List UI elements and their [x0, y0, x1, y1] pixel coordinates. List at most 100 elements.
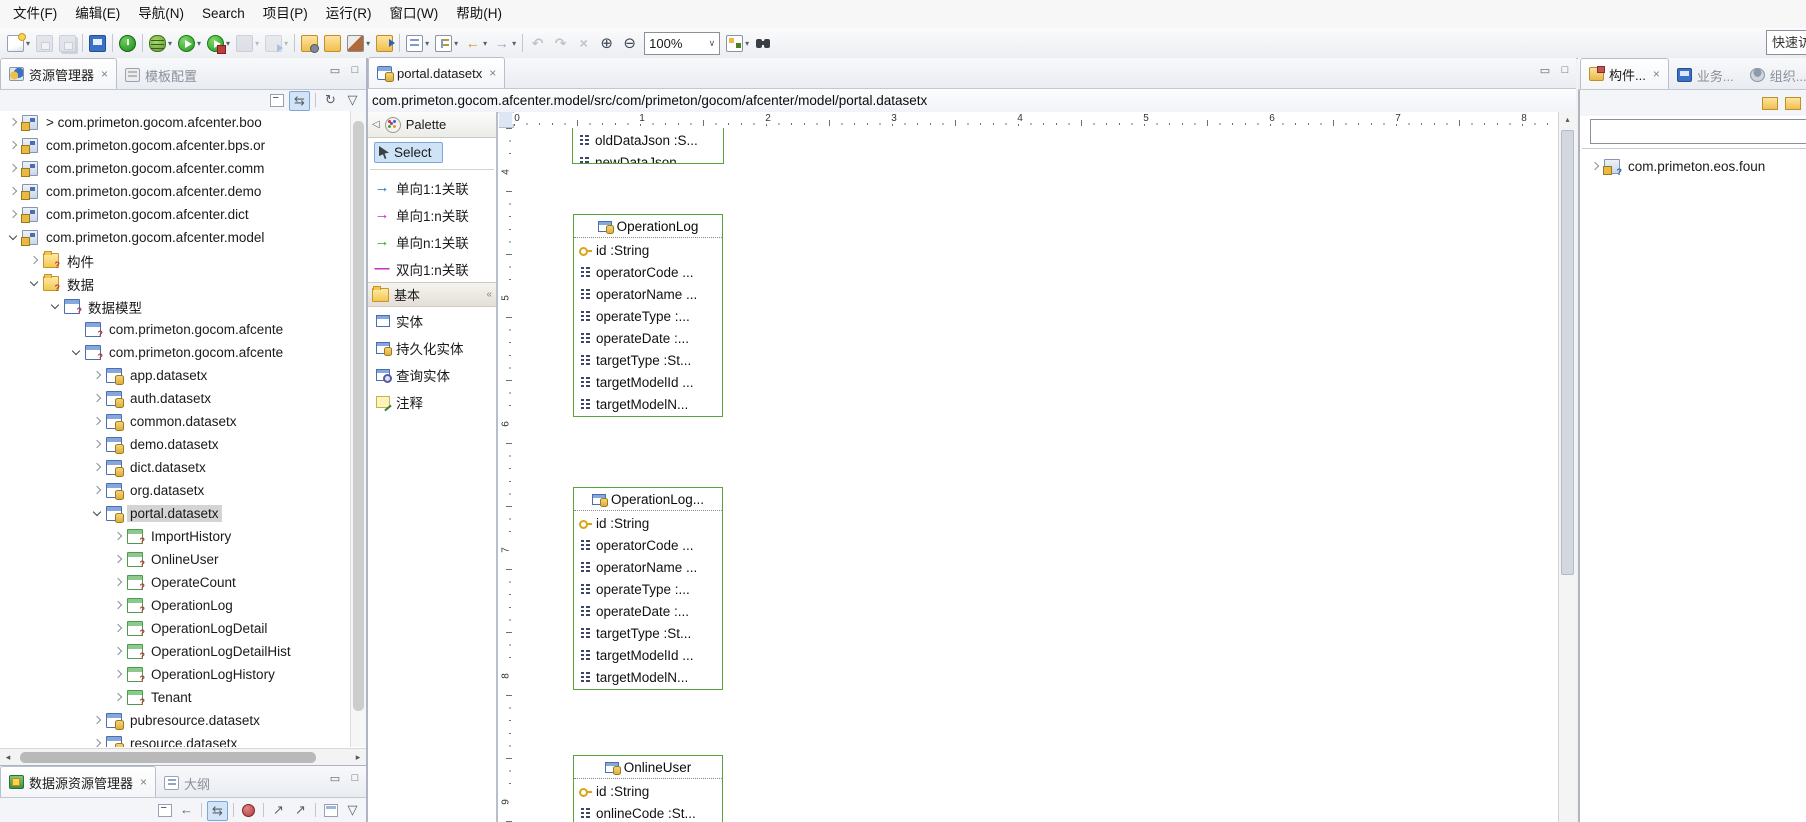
tree-row[interactable]: 构件 — [0, 249, 366, 272]
entity-field-row[interactable]: operatorName ... — [574, 556, 722, 578]
expand-arrow-icon[interactable] — [48, 299, 64, 315]
layout-button[interactable]: ▾ — [724, 31, 751, 55]
expand-arrow-icon[interactable] — [90, 368, 106, 384]
tree-row[interactable]: com.primeton.gocom.afcenter.bps.or — [0, 134, 366, 157]
tree-row[interactable]: org.datasetx — [0, 479, 366, 502]
entity-box[interactable]: oldDataJson :S... newDataJson — [572, 128, 724, 164]
save-all-button[interactable]: ▾ — [57, 31, 78, 55]
tree-row[interactable]: OnlineUser — [0, 548, 366, 571]
tree-row[interactable]: com.primeton.eos.foun — [1582, 155, 1806, 178]
zoom-in-button[interactable]: ⊕ ▾ — [596, 31, 617, 55]
delete-button[interactable]: × ▾ — [573, 31, 594, 55]
quick-access-box[interactable]: 快速访问 — [1766, 30, 1806, 55]
collapse-all-button[interactable] — [267, 91, 286, 109]
tree-row[interactable]: common.datasetx — [0, 410, 366, 433]
panel-sash[interactable] — [366, 58, 368, 822]
toolbar-button[interactable]: ▾ — [110, 31, 115, 55]
link-with-editor-button[interactable]: ⇆ — [289, 91, 310, 111]
entity-field-row[interactable]: id :String — [574, 239, 722, 261]
tree-row[interactable]: ImportHistory — [0, 525, 366, 548]
expand-arrow-icon[interactable] — [6, 138, 22, 154]
back-button[interactable]: ← ▾ — [462, 31, 489, 55]
entity-field-row[interactable]: targetType :St... — [574, 349, 722, 371]
run-button[interactable]: ▾ — [176, 31, 203, 55]
collapse-palette-icon[interactable]: ◁ — [372, 119, 380, 130]
tree-row[interactable]: com.primeton.gocom.afcente — [0, 341, 366, 364]
expand-arrow-icon[interactable] — [90, 506, 106, 522]
expand-arrow-icon[interactable] — [69, 345, 85, 361]
expand-arrow-icon[interactable] — [111, 529, 127, 545]
palette-item[interactable]: 实体 — [368, 307, 496, 334]
expand-arrow-icon[interactable] — [27, 276, 43, 292]
entity-field-row[interactable]: id :String — [574, 780, 722, 802]
canvas-vertical-scrollbar[interactable]: ▴ — [1558, 112, 1576, 822]
tree-row[interactable]: portal.datasetx — [0, 502, 366, 525]
palette-section-basic[interactable]: 基本 « — [368, 282, 496, 307]
maximize-button[interactable]: □ — [1558, 64, 1572, 77]
toolbar-button[interactable]: ▾ — [520, 31, 525, 55]
save-button[interactable]: ▾ — [34, 31, 55, 55]
view-toolbar-button[interactable] — [261, 801, 266, 819]
new-window-button[interactable] — [321, 801, 340, 819]
expand-arrow-icon[interactable] — [6, 207, 22, 223]
entity-box[interactable]: OnlineUser id :String onlineCode :St... — [573, 755, 723, 822]
scrollbar-thumb[interactable] — [1561, 130, 1574, 575]
palette-relation-tool[interactable]: → 单向1:1关联 — [368, 174, 496, 201]
entity-field-row[interactable]: targetModelId ... — [574, 644, 722, 666]
palette-header[interactable]: ◁ Palette — [368, 112, 496, 138]
expand-arrow-icon[interactable] — [6, 115, 22, 131]
start-server-button[interactable]: ▾ — [117, 31, 138, 55]
expand-arrow-icon[interactable] — [27, 253, 43, 269]
open-folder-button[interactable]: ▾ — [322, 31, 343, 55]
expand-arrow-icon[interactable] — [111, 575, 127, 591]
view-toolbar-button[interactable] — [313, 801, 318, 819]
resume-button[interactable]: ▾ — [263, 31, 290, 55]
run-secure-button[interactable]: ▾ — [205, 31, 232, 55]
tree-row[interactable]: resource.datasetx — [0, 732, 366, 747]
expand-arrow-icon[interactable] — [111, 667, 127, 683]
annotations-button[interactable]: ▾ — [404, 31, 431, 55]
entity-box[interactable]: OperationLog... id :String operatorCode … — [573, 487, 723, 690]
menu-item[interactable]: Search — [193, 0, 254, 28]
toolbar-button[interactable]: ▾ — [80, 31, 85, 55]
palette-relation-tool[interactable]: → 单向n:1关联 — [368, 228, 496, 255]
palette-tool-select[interactable]: Select — [374, 142, 443, 163]
expand-arrow-icon[interactable] — [90, 483, 106, 499]
close-icon[interactable]: × — [1653, 67, 1660, 81]
menu-item[interactable]: 文件(F) — [4, 0, 66, 28]
expand-arrow-icon[interactable] — [111, 552, 127, 568]
entity-field-row[interactable]: newDataJson — [573, 151, 723, 164]
expand-folder-button[interactable] — [1760, 94, 1779, 112]
zoom-out-button[interactable]: ⊖ ▾ — [619, 31, 640, 55]
expand-arrow-icon[interactable] — [1588, 159, 1604, 175]
entity-field-row[interactable]: operatorName ... — [574, 283, 722, 305]
view-tab[interactable]: 数据源资源管理器 × — [0, 766, 156, 797]
palette-item[interactable]: 注释 — [368, 388, 496, 415]
tree-row[interactable]: com.primeton.gocom.afcenter.comm — [0, 157, 366, 180]
component-search-input[interactable] — [1590, 119, 1806, 144]
expand-arrow-icon[interactable] — [111, 644, 127, 660]
entity-field-row[interactable]: targetModelN... — [574, 666, 722, 688]
expand-arrow-icon[interactable] — [90, 736, 106, 748]
entity-title-row[interactable]: OnlineUser — [574, 756, 722, 779]
expand-arrow-icon[interactable] — [6, 230, 22, 246]
menu-item[interactable]: 编辑(E) — [66, 0, 129, 28]
hierarchy-button[interactable]: ▾ — [433, 31, 460, 55]
expand-arrow-icon[interactable] — [90, 437, 106, 453]
view-tab[interactable]: 业务... × — [1669, 61, 1742, 89]
pin-icon[interactable]: « — [486, 289, 492, 300]
scrollbar-thumb[interactable] — [353, 121, 364, 711]
close-icon[interactable]: × — [140, 775, 147, 789]
entity-title-row[interactable]: OperationLog — [574, 215, 722, 238]
expand-arrow-icon[interactable] — [90, 391, 106, 407]
scrollbar-thumb[interactable] — [20, 752, 316, 763]
palette-item[interactable]: 查询实体 — [368, 361, 496, 388]
tree-row[interactable]: OperationLogDetailHist — [0, 640, 366, 663]
collapse-all-button[interactable] — [155, 801, 174, 819]
expand-arrow-icon[interactable] — [6, 184, 22, 200]
tree-row[interactable]: OperateCount — [0, 571, 366, 594]
run-link-alt-button[interactable]: ↗ — [291, 801, 310, 819]
view-tab[interactable]: 模板配置 × — [117, 61, 205, 89]
entity-field-row[interactable]: oldDataJson :S... — [573, 129, 723, 151]
expand-arrow-icon[interactable] — [111, 690, 127, 706]
